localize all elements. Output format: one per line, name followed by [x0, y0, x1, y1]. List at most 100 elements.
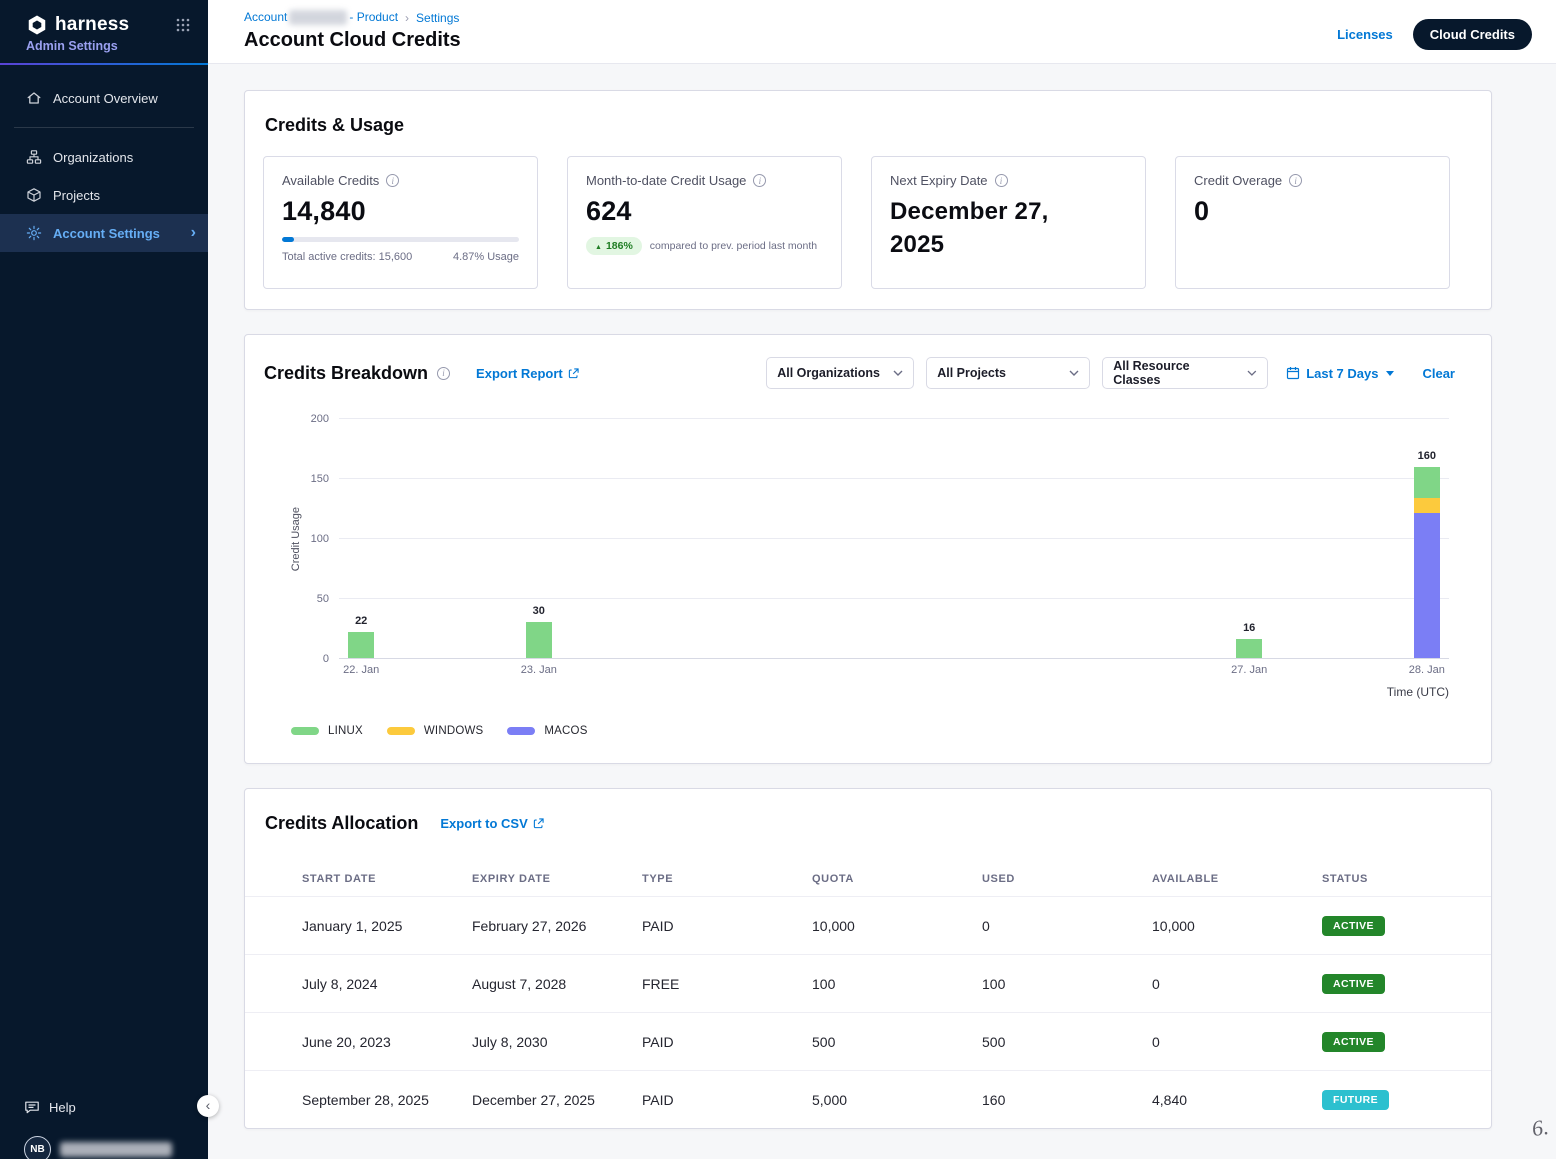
y-tick-label: 50	[317, 593, 329, 605]
organizations-select[interactable]: All Organizations	[766, 357, 914, 389]
export-csv-link[interactable]: Export to CSV	[440, 816, 543, 831]
sidebar-subtitle: Admin Settings	[26, 39, 194, 53]
credits-breakdown-card: Credits Breakdown Export Report All Orga…	[244, 334, 1492, 764]
column-header: USED	[982, 873, 1152, 885]
bar-total-label: 16	[1243, 622, 1255, 634]
chart-yaxis: 050100150200	[305, 419, 339, 659]
cloud-credits-button[interactable]: Cloud Credits	[1413, 19, 1532, 50]
chart-bar[interactable]	[526, 622, 552, 658]
page-header: Account- Product › Settings Account Clou…	[208, 0, 1556, 64]
legend-swatch-icon	[507, 727, 535, 735]
legend-item-linux[interactable]: LINUX	[291, 725, 363, 737]
total-credits-note: Total active credits: 15,600	[282, 251, 412, 263]
column-header: AVAILABLE	[1152, 873, 1322, 885]
bar-segment-linux	[348, 632, 374, 658]
info-icon[interactable]	[753, 174, 766, 187]
app-root: harness Admin Settings Account Overview	[0, 0, 1556, 1159]
breadcrumb-account-link[interactable]: Account- Product	[244, 10, 398, 25]
cell-start-date: January 1, 2025	[302, 918, 472, 934]
available-credits-value: 14,840	[282, 196, 519, 227]
logo-text: harness	[55, 14, 129, 36]
stat-label: Available Credits	[282, 173, 379, 188]
chart-bar[interactable]	[1414, 467, 1440, 658]
column-header: START DATE	[302, 873, 472, 885]
chart-bar[interactable]	[348, 632, 374, 658]
info-icon[interactable]	[995, 174, 1008, 187]
credits-allocation-card: Credits Allocation Export to CSV START D…	[244, 788, 1492, 1129]
chart-plot: 223016160	[339, 419, 1449, 659]
table-row[interactable]: January 1, 2025 February 27, 2026 PAID 1…	[245, 896, 1491, 954]
chevron-down-icon	[1069, 370, 1079, 376]
cell-used: 500	[982, 1034, 1152, 1050]
projects-select[interactable]: All Projects	[926, 357, 1090, 389]
info-icon[interactable]	[437, 367, 450, 380]
calendar-icon	[1286, 366, 1300, 380]
redacted-text	[289, 10, 347, 25]
legend-swatch-icon	[291, 727, 319, 735]
sidebar-collapse-handle[interactable]	[197, 1095, 219, 1117]
column-header: QUOTA	[812, 873, 982, 885]
cell-start-date: September 28, 2025	[302, 1092, 472, 1108]
sidebar-item-account-overview[interactable]: Account Overview	[0, 79, 208, 117]
resource-classes-select[interactable]: All Resource Classes	[1102, 357, 1268, 389]
sidebar-item-projects[interactable]: Projects	[0, 176, 208, 214]
status-badge: ACTIVE	[1322, 974, 1385, 994]
info-icon[interactable]	[386, 174, 399, 187]
help-button[interactable]: Help	[24, 1099, 208, 1115]
stat-label: Next Expiry Date	[890, 173, 988, 188]
cell-type: PAID	[642, 1092, 812, 1108]
cell-type: FREE	[642, 976, 812, 992]
credit-overage-card: Credit Overage 0	[1175, 156, 1450, 289]
gridline	[339, 598, 1449, 599]
page-title: Account Cloud Credits	[244, 29, 461, 52]
sidebar: harness Admin Settings Account Overview	[0, 0, 208, 1159]
info-icon[interactable]	[1289, 174, 1302, 187]
legend-item-macos[interactable]: MACOS	[507, 725, 587, 737]
sidebar-item-label: Account Overview	[53, 91, 158, 106]
table-row[interactable]: June 20, 2023 July 8, 2030 PAID 500 500 …	[245, 1012, 1491, 1070]
y-tick-label: 0	[323, 653, 329, 665]
stat-label: Credit Overage	[1194, 173, 1282, 188]
table-row[interactable]: July 8, 2024 August 7, 2028 FREE 100 100…	[245, 954, 1491, 1012]
status-badge: ACTIVE	[1322, 916, 1385, 936]
chart-legend: LINUX WINDOWS MACOS	[291, 725, 1491, 737]
sidebar-item-organizations[interactable]: Organizations	[0, 138, 208, 176]
legend-item-windows[interactable]: WINDOWS	[387, 725, 484, 737]
licenses-link[interactable]: Licenses	[1337, 27, 1393, 42]
breadcrumb: Account- Product › Settings	[244, 10, 461, 25]
clear-filters-link[interactable]: Clear	[1422, 366, 1455, 381]
chat-bubble-icon	[24, 1099, 40, 1115]
avatar: NB	[24, 1136, 51, 1159]
export-report-link[interactable]: Export Report	[476, 366, 579, 381]
x-tick-label: 27. Jan	[1231, 664, 1267, 676]
bar-total-label: 22	[355, 615, 367, 627]
module-grid-icon[interactable]	[172, 14, 194, 36]
breadcrumb-separator-icon: ›	[405, 11, 409, 25]
cell-quota: 500	[812, 1034, 982, 1050]
breadcrumb-settings-link[interactable]: Settings	[416, 11, 459, 25]
chart-xlabel: Time (UTC)	[287, 685, 1449, 699]
sidebar-item-label: Organizations	[53, 150, 133, 165]
status-badge: ACTIVE	[1322, 1032, 1385, 1052]
column-header: TYPE	[642, 873, 812, 885]
user-name-redacted	[60, 1142, 172, 1157]
cell-available: 0	[1152, 1034, 1322, 1050]
cell-expiry-date: February 27, 2026	[472, 918, 642, 934]
chart-bar[interactable]	[1236, 639, 1262, 658]
date-range-picker[interactable]: Last 7 Days	[1286, 366, 1394, 381]
allocation-table-body: January 1, 2025 February 27, 2026 PAID 1…	[245, 896, 1491, 1128]
help-label: Help	[49, 1100, 76, 1115]
sidebar-item-account-settings[interactable]: Account Settings ›	[0, 214, 208, 252]
stat-label: Month-to-date Credit Usage	[586, 173, 746, 188]
credits-breakdown-title: Credits Breakdown	[264, 363, 428, 384]
table-row[interactable]: September 28, 2025 December 27, 2025 PAI…	[245, 1070, 1491, 1128]
legend-swatch-icon	[387, 727, 415, 735]
gear-icon	[26, 225, 42, 241]
user-account-row[interactable]: NB	[24, 1135, 208, 1159]
credits-progress-bar	[282, 237, 519, 242]
stray-annotation: 6.	[1530, 1114, 1550, 1142]
bar-segment-linux	[526, 622, 552, 658]
cell-expiry-date: July 8, 2030	[472, 1034, 642, 1050]
sidebar-divider	[14, 127, 194, 128]
trend-note: compared to prev. period last month	[650, 240, 817, 252]
